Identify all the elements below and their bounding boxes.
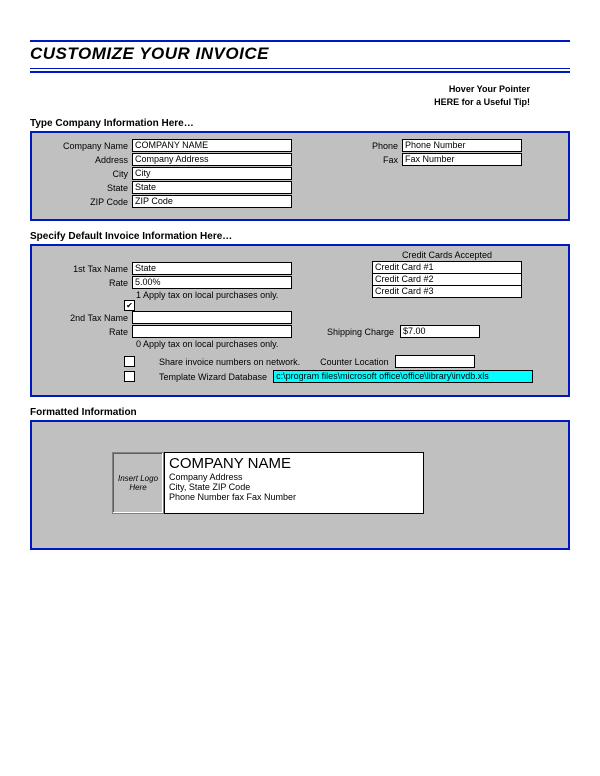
hover-hint: Hover Your Pointer HERE for a Useful Tip… <box>30 83 530 108</box>
input-phone[interactable]: Phone Number <box>402 139 522 152</box>
input-address[interactable]: Company Address <box>132 153 292 166</box>
input-tax1-rate[interactable]: 5.00% <box>132 276 292 289</box>
hint-line2: HERE for a Useful Tip! <box>30 96 530 109</box>
company-info-panel: Company Name COMPANY NAME Phone Phone Nu… <box>30 131 570 221</box>
input-tax2-rate[interactable] <box>132 325 292 338</box>
invoice-defaults-panel: Credit Cards Accepted Credit Card #1 Cre… <box>30 244 570 397</box>
input-shipping[interactable]: $7.00 <box>400 325 480 338</box>
input-tax1-name[interactable]: State <box>132 262 292 275</box>
section1-heading: Type Company Information Here… <box>30 118 570 129</box>
hint-line1: Hover Your Pointer <box>30 83 530 96</box>
card-company-name: COMPANY NAME <box>169 455 419 472</box>
section2-heading: Specify Default Invoice Information Here… <box>30 231 570 242</box>
company-card: COMPANY NAME Company Address City, State… <box>164 452 424 514</box>
formatted-info-panel: Insert Logo Here COMPANY NAME Company Ad… <box>30 420 570 550</box>
label-shipping: Shipping Charge <box>310 327 400 337</box>
cc-heading: Credit Cards Accepted <box>372 250 522 260</box>
logo-placeholder[interactable]: Insert Logo Here <box>112 452 164 514</box>
input-city[interactable]: City <box>132 167 292 180</box>
input-db-path[interactable]: c:\program files\microsoft office\office… <box>273 370 533 383</box>
section3-heading: Formatted Information <box>30 407 570 418</box>
input-zip[interactable]: ZIP Code <box>132 195 292 208</box>
checkbox-share[interactable] <box>124 356 135 367</box>
checkbox-db[interactable] <box>124 371 135 382</box>
label-fax: Fax <box>332 155 402 165</box>
input-cc3[interactable]: Credit Card #3 <box>372 285 522 298</box>
label-address: Address <box>42 155 132 165</box>
tax2-note: 0 Apply tax on local purchases only. <box>42 339 558 349</box>
label-tax1: 1st Tax Name <box>42 264 132 274</box>
title-underline <box>30 71 570 73</box>
label-counter: Counter Location <box>320 357 389 367</box>
input-company[interactable]: COMPANY NAME <box>132 139 292 152</box>
label-phone: Phone <box>332 141 402 151</box>
card-address: Company Address <box>169 472 419 482</box>
input-tax2-name[interactable] <box>132 311 292 324</box>
card-phone: Phone Number fax Fax Number <box>169 492 419 502</box>
label-company: Company Name <box>42 141 132 151</box>
checkbox-tax2-enable[interactable]: ✔ <box>124 300 135 311</box>
page-title: CUSTOMIZE YOUR INVOICE <box>30 40 570 69</box>
label-city: City <box>42 169 132 179</box>
label-tax2-rate: Rate <box>42 327 132 337</box>
label-state: State <box>42 183 132 193</box>
input-counter[interactable] <box>395 355 475 368</box>
label-db: Template Wizard Database <box>159 372 267 382</box>
card-citystate: City, State ZIP Code <box>169 482 419 492</box>
label-share: Share invoice numbers on network. <box>159 357 300 367</box>
label-tax2: 2nd Tax Name <box>42 313 132 323</box>
input-fax[interactable]: Fax Number <box>402 153 522 166</box>
label-tax1-rate: Rate <box>42 278 132 288</box>
label-zip: ZIP Code <box>42 197 132 207</box>
input-state[interactable]: State <box>132 181 292 194</box>
